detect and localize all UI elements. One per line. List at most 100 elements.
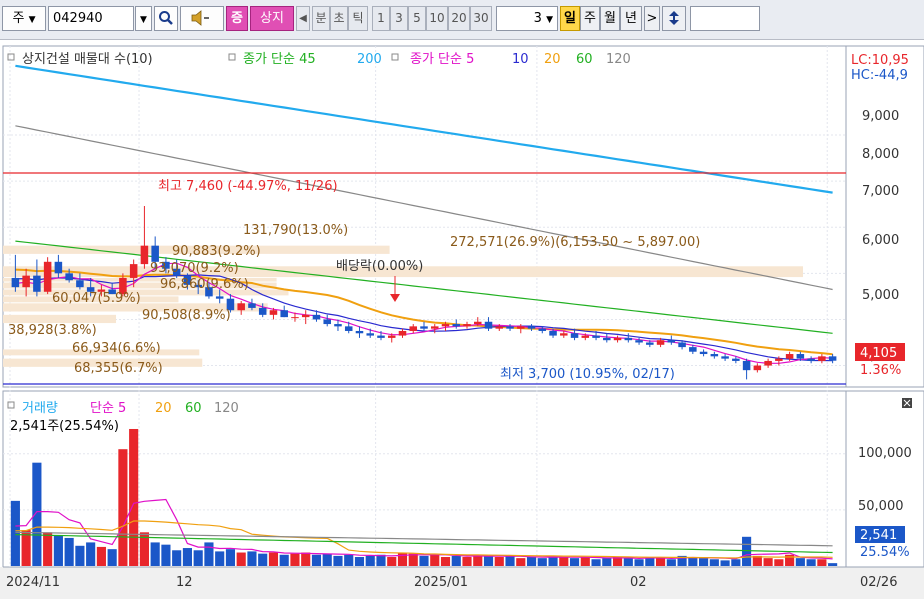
- candle[interactable]: [355, 330, 364, 334]
- candle[interactable]: [463, 324, 471, 327]
- period-week[interactable]: 주: [580, 6, 600, 31]
- volume-bar[interactable]: [301, 552, 311, 566]
- candle[interactable]: [818, 356, 826, 361]
- volume-bar[interactable]: [774, 559, 784, 566]
- candle[interactable]: [280, 310, 288, 318]
- interval-input[interactable]: 3 ▼: [496, 6, 558, 31]
- volume-bar[interactable]: [516, 558, 526, 566]
- candle[interactable]: [517, 326, 525, 329]
- candle[interactable]: [366, 333, 374, 336]
- candle[interactable]: [54, 261, 63, 274]
- candle[interactable]: [764, 360, 772, 366]
- candle[interactable]: [151, 245, 159, 262]
- candle[interactable]: [624, 337, 633, 341]
- volume-bar[interactable]: [268, 552, 279, 566]
- candle[interactable]: [344, 326, 353, 331]
- sound-button[interactable]: [180, 6, 224, 31]
- volume-bar[interactable]: [193, 550, 203, 566]
- candle[interactable]: [742, 360, 751, 371]
- volume-bar[interactable]: [365, 555, 375, 566]
- candle[interactable]: [33, 275, 41, 292]
- volume-bar[interactable]: [225, 549, 236, 566]
- volume-bar[interactable]: [656, 558, 666, 566]
- volume-bar[interactable]: [10, 500, 20, 566]
- candle[interactable]: [678, 342, 686, 348]
- candle[interactable]: [538, 328, 547, 331]
- next-button[interactable]: >: [644, 6, 660, 31]
- candle[interactable]: [721, 356, 729, 359]
- candle[interactable]: [495, 326, 504, 329]
- volume-bar[interactable]: [699, 558, 709, 566]
- period-minute[interactable]: 분: [312, 6, 330, 31]
- volume-bar[interactable]: [215, 551, 225, 566]
- candle[interactable]: [377, 335, 385, 338]
- candle[interactable]: [796, 354, 805, 359]
- candle[interactable]: [484, 321, 493, 329]
- candle[interactable]: [603, 337, 611, 341]
- volume-bar[interactable]: [462, 557, 472, 566]
- candle[interactable]: [441, 324, 450, 327]
- price-panel[interactable]: [2, 45, 847, 388]
- candle[interactable]: [474, 321, 482, 325]
- volume-bar[interactable]: [559, 557, 569, 566]
- volume-bar[interactable]: [623, 558, 633, 566]
- volume-bar[interactable]: [344, 554, 354, 566]
- interval-10[interactable]: 10: [426, 6, 448, 31]
- candle[interactable]: [140, 245, 149, 265]
- volume-bar[interactable]: [569, 558, 580, 566]
- candle[interactable]: [699, 351, 708, 355]
- candle[interactable]: [828, 356, 837, 361]
- candle[interactable]: [667, 340, 676, 343]
- volume-bar[interactable]: [494, 557, 504, 566]
- candle[interactable]: [549, 330, 557, 336]
- candle[interactable]: [312, 314, 321, 320]
- volume-bar[interactable]: [129, 428, 139, 566]
- period-tick[interactable]: 틱: [348, 6, 368, 31]
- stock-code-input[interactable]: 042940: [48, 6, 134, 31]
- volume-bar[interactable]: [709, 559, 719, 566]
- candle[interactable]: [387, 335, 396, 338]
- market-select[interactable]: 주 ▼: [2, 6, 46, 31]
- volume-bar[interactable]: [311, 554, 322, 566]
- stock-name-display[interactable]: 상지: [250, 6, 294, 31]
- volume-bar[interactable]: [451, 555, 461, 566]
- volume-bar[interactable]: [763, 558, 773, 566]
- chart-area[interactable]: 상지건설 매물대 수(10) 종가 단순 45 200 종가 단순 5 10 2…: [0, 40, 924, 596]
- candle[interactable]: [570, 333, 579, 338]
- candle[interactable]: [753, 365, 762, 371]
- volume-bar[interactable]: [86, 542, 96, 566]
- candle[interactable]: [323, 319, 331, 325]
- candle[interactable]: [560, 333, 568, 336]
- volume-bar[interactable]: [258, 553, 268, 566]
- candle[interactable]: [527, 326, 536, 329]
- candle[interactable]: [76, 280, 84, 288]
- volume-bar[interactable]: [161, 544, 171, 566]
- volume-bar[interactable]: [828, 563, 838, 566]
- candle[interactable]: [291, 317, 299, 319]
- candle[interactable]: [430, 326, 439, 329]
- period-year[interactable]: 년: [620, 6, 642, 31]
- volume-bar[interactable]: [150, 542, 160, 566]
- volume-bar[interactable]: [430, 554, 440, 566]
- candle[interactable]: [301, 314, 310, 318]
- candle[interactable]: [807, 358, 815, 361]
- volume-bar[interactable]: [75, 545, 85, 566]
- volume-bar[interactable]: [440, 557, 451, 566]
- candle[interactable]: [581, 335, 590, 338]
- candle[interactable]: [22, 275, 30, 288]
- volume-bar[interactable]: [247, 551, 257, 566]
- stock-chart-svg[interactable]: 상지건설 매물대 수(10) 종가 단순 45 200 종가 단순 5 10 2…: [0, 40, 924, 596]
- volume-bar[interactable]: [64, 537, 74, 566]
- volume-bar[interactable]: [397, 552, 408, 566]
- interval-3[interactable]: 3: [390, 6, 408, 31]
- period-month[interactable]: 월: [600, 6, 620, 31]
- candle[interactable]: [592, 335, 600, 338]
- volume-bar[interactable]: [322, 553, 332, 566]
- candle[interactable]: [269, 310, 278, 315]
- interval-5[interactable]: 5: [408, 6, 426, 31]
- volume-bar[interactable]: [742, 536, 752, 566]
- candle[interactable]: [656, 340, 665, 345]
- volume-bar[interactable]: [666, 559, 676, 566]
- candle[interactable]: [613, 337, 622, 341]
- volume-bar[interactable]: [32, 462, 42, 566]
